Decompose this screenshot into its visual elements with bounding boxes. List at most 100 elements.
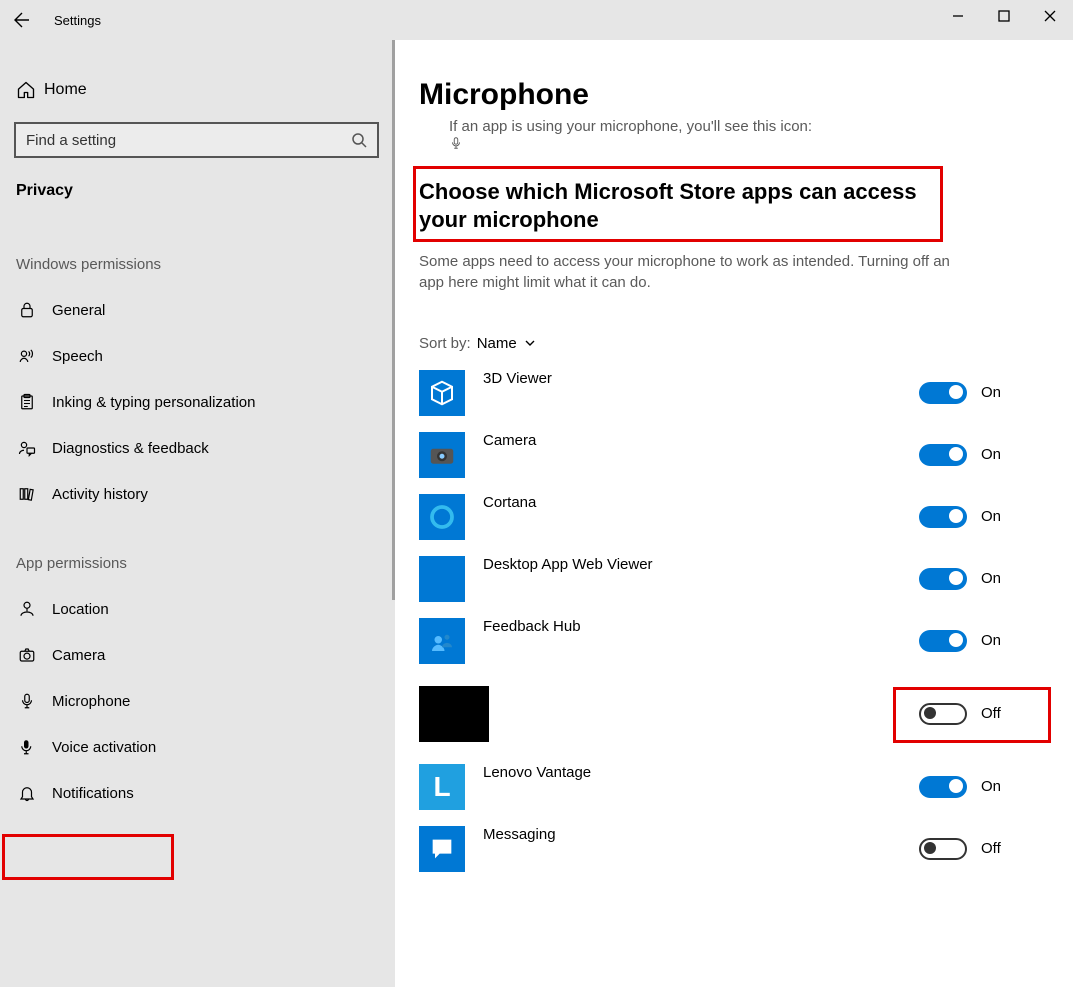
location-icon <box>16 600 38 618</box>
toggle[interactable] <box>919 444 967 466</box>
sidebar-item-activity-history[interactable]: Activity history <box>0 471 395 517</box>
app-row: Off <box>419 672 1049 756</box>
chevron-down-icon <box>523 336 537 350</box>
sidebar-item-label: Activity history <box>52 486 379 503</box>
sidebar-item-label: Diagnostics & feedback <box>52 440 379 457</box>
sidebar: Home Privacy Windows permissions General S… <box>0 40 395 987</box>
app-name: Lenovo Vantage <box>483 764 901 781</box>
toggle-state-label: On <box>981 570 1001 587</box>
close-button[interactable] <box>1027 0 1073 32</box>
section-description: Some apps need to access your microphone… <box>419 251 959 293</box>
history-icon <box>16 485 38 503</box>
clipboard-icon <box>16 393 38 411</box>
sidebar-item-speech[interactable]: Speech <box>0 333 395 379</box>
sidebar-item-voice-activation[interactable]: Voice activation <box>0 724 395 770</box>
app-name: Cortana <box>483 494 901 511</box>
app-icon <box>419 686 489 742</box>
app-icon <box>419 556 465 602</box>
back-button[interactable] <box>0 0 44 40</box>
app-row: Feedback Hub On <box>419 610 1049 672</box>
app-name: 3D Viewer <box>483 370 901 387</box>
search-input-container[interactable] <box>14 122 379 158</box>
app-row: 3D Viewer On <box>419 362 1049 424</box>
nav-group-label: App permissions <box>0 517 395 586</box>
maximize-button[interactable] <box>981 0 1027 32</box>
sidebar-item-general[interactable]: General <box>0 287 395 333</box>
search-input[interactable] <box>26 132 351 149</box>
page-title: Microphone <box>419 78 1049 112</box>
sidebar-item-label: Speech <box>52 348 379 365</box>
app-icon <box>419 494 465 540</box>
toggle-state-label: On <box>981 508 1001 525</box>
home-label: Home <box>44 81 87 99</box>
toggle[interactable] <box>919 703 967 725</box>
toggle[interactable] <box>919 630 967 652</box>
app-row: Desktop App Web Viewer On <box>419 548 1049 610</box>
app-row: Messaging Off <box>419 818 1049 880</box>
toggle-state-label: Off <box>981 840 1001 857</box>
sort-value: Name <box>477 335 517 352</box>
toggle-state-label: On <box>981 632 1001 649</box>
usage-hint: If an app is using your microphone, you'… <box>449 118 1049 150</box>
current-section-label: Privacy <box>0 172 395 218</box>
sidebar-item-label: Location <box>52 601 379 618</box>
search-icon <box>351 132 367 148</box>
toggle[interactable] <box>919 776 967 798</box>
speech-icon <box>16 347 38 365</box>
sidebar-item-label: Notifications <box>52 785 379 802</box>
window-title: Settings <box>54 13 101 28</box>
toggle[interactable] <box>919 568 967 590</box>
app-icon: L <box>419 764 465 810</box>
app-toggle-group: Off <box>919 838 1049 860</box>
minimize-button[interactable] <box>935 0 981 32</box>
app-toggle-group: On <box>919 568 1049 590</box>
app-icon <box>419 432 465 478</box>
sidebar-item-label: Inking & typing personalization <box>52 394 379 411</box>
toggle-state-label: On <box>981 778 1001 795</box>
content-pane: Microphone If an app is using your micro… <box>395 40 1073 987</box>
app-toggle-group: On <box>919 444 1049 466</box>
highlight-box-microphone <box>2 834 174 880</box>
nav-group-label: Windows permissions <box>0 218 395 287</box>
app-row: Cortana On <box>419 486 1049 548</box>
toggle[interactable] <box>919 382 967 404</box>
app-name: Desktop App Web Viewer <box>483 556 901 573</box>
camera-icon <box>16 646 38 664</box>
toggle-state-label: On <box>981 384 1001 401</box>
sidebar-item-inking-typing-personalization[interactable]: Inking & typing personalization <box>0 379 395 425</box>
sidebar-item-diagnostics-feedback[interactable]: Diagnostics & feedback <box>0 425 395 471</box>
sidebar-item-location[interactable]: Location <box>0 586 395 632</box>
toggle[interactable] <box>919 838 967 860</box>
app-row: L Lenovo Vantage On <box>419 756 1049 818</box>
titlebar: Settings <box>0 0 1073 40</box>
toggle-state-label: Off <box>981 705 1001 722</box>
lock-icon <box>16 301 38 319</box>
app-icon <box>419 826 465 872</box>
app-icon <box>419 370 465 416</box>
section-heading: Choose which Microsoft Store apps can ac… <box>419 178 959 235</box>
app-icon <box>419 618 465 664</box>
sidebar-item-label: General <box>52 302 379 319</box>
sidebar-item-notifications[interactable]: Notifications <box>0 770 395 816</box>
app-name: Feedback Hub <box>483 618 901 635</box>
app-row: CameraOn <box>419 424 1049 486</box>
microphone-indicator-icon <box>449 136 1049 150</box>
feedback-icon <box>16 439 38 457</box>
toggle-state-label: On <box>981 446 1001 463</box>
app-list: 3D ViewerOnCameraOnCortanaOnDesktop App … <box>419 362 1049 880</box>
app-toggle-group: Off <box>919 703 1049 725</box>
toggle[interactable] <box>919 506 967 528</box>
microphone-icon <box>16 692 38 710</box>
app-toggle-group: On <box>919 506 1049 528</box>
home-icon <box>16 80 44 100</box>
app-name: Messaging <box>483 826 901 843</box>
app-toggle-group: On <box>919 630 1049 652</box>
sort-by-dropdown[interactable]: Sort by: Name <box>419 335 1049 352</box>
home-button[interactable]: Home <box>0 68 395 112</box>
voice-icon <box>16 738 38 756</box>
sidebar-item-label: Camera <box>52 647 379 664</box>
sidebar-item-camera[interactable]: Camera <box>0 632 395 678</box>
sidebar-item-microphone[interactable]: Microphone <box>0 678 395 724</box>
bell-icon <box>16 784 38 802</box>
sidebar-item-label: Microphone <box>52 693 379 710</box>
